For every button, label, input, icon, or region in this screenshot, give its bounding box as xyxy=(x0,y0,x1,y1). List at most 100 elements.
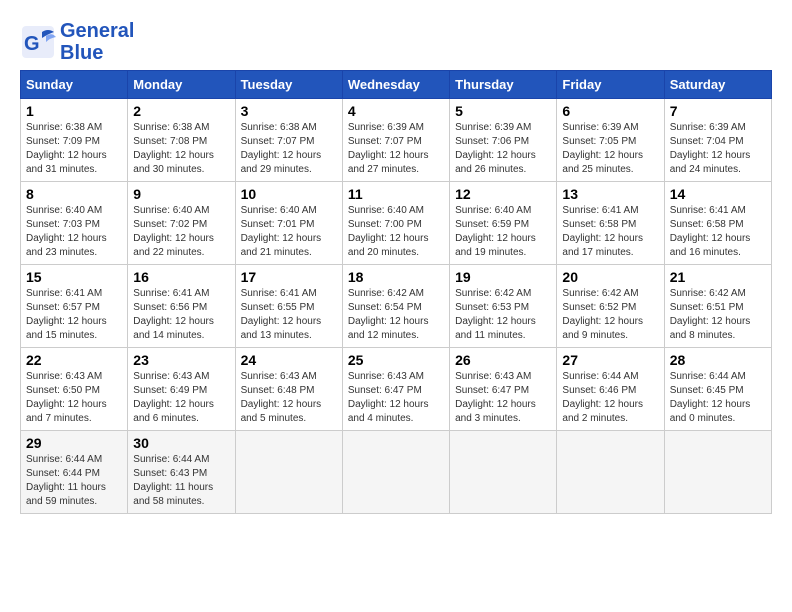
day-number: 18 xyxy=(348,269,444,285)
day-number: 3 xyxy=(241,103,337,119)
day-info: Sunrise: 6:42 AMSunset: 6:52 PMDaylight:… xyxy=(562,287,658,343)
logo-icon: G xyxy=(20,24,56,60)
day-info: Sunrise: 6:43 AMSunset: 6:47 PMDaylight:… xyxy=(348,370,444,426)
calendar-day-18: 18 Sunrise: 6:42 AMSunset: 6:54 PMDaylig… xyxy=(342,265,449,348)
day-number: 22 xyxy=(26,352,122,368)
calendar-week-4: 22 Sunrise: 6:43 AMSunset: 6:50 PMDaylig… xyxy=(21,348,772,431)
logo-text-blue: Blue xyxy=(60,42,134,64)
day-info: Sunrise: 6:39 AMSunset: 7:05 PMDaylight:… xyxy=(562,121,658,177)
calendar-day-28: 28 Sunrise: 6:44 AMSunset: 6:45 PMDaylig… xyxy=(664,348,771,431)
empty-day xyxy=(557,431,664,514)
day-info: Sunrise: 6:43 AMSunset: 6:49 PMDaylight:… xyxy=(133,370,229,426)
day-number: 28 xyxy=(670,352,766,368)
day-info: Sunrise: 6:44 AMSunset: 6:43 PMDaylight:… xyxy=(133,453,229,509)
day-info: Sunrise: 6:43 AMSunset: 6:48 PMDaylight:… xyxy=(241,370,337,426)
svg-text:G: G xyxy=(24,33,40,55)
day-number: 17 xyxy=(241,269,337,285)
day-number: 23 xyxy=(133,352,229,368)
calendar-week-3: 15 Sunrise: 6:41 AMSunset: 6:57 PMDaylig… xyxy=(21,265,772,348)
day-number: 14 xyxy=(670,186,766,202)
day-info: Sunrise: 6:41 AMSunset: 6:58 PMDaylight:… xyxy=(562,204,658,260)
day-number: 19 xyxy=(455,269,551,285)
day-number: 27 xyxy=(562,352,658,368)
day-info: Sunrise: 6:44 AMSunset: 6:44 PMDaylight:… xyxy=(26,453,122,509)
day-info: Sunrise: 6:44 AMSunset: 6:46 PMDaylight:… xyxy=(562,370,658,426)
calendar-week-1: 1 Sunrise: 6:38 AMSunset: 7:09 PMDayligh… xyxy=(21,99,772,182)
day-number: 13 xyxy=(562,186,658,202)
day-number: 1 xyxy=(26,103,122,119)
empty-day xyxy=(235,431,342,514)
calendar-day-13: 13 Sunrise: 6:41 AMSunset: 6:58 PMDaylig… xyxy=(557,182,664,265)
calendar-day-25: 25 Sunrise: 6:43 AMSunset: 6:47 PMDaylig… xyxy=(342,348,449,431)
calendar-day-4: 4 Sunrise: 6:39 AMSunset: 7:07 PMDayligh… xyxy=(342,99,449,182)
day-number: 7 xyxy=(670,103,766,119)
logo-text: General xyxy=(60,20,134,42)
calendar-day-21: 21 Sunrise: 6:42 AMSunset: 6:51 PMDaylig… xyxy=(664,265,771,348)
calendar-day-7: 7 Sunrise: 6:39 AMSunset: 7:04 PMDayligh… xyxy=(664,99,771,182)
day-number: 25 xyxy=(348,352,444,368)
day-info: Sunrise: 6:39 AMSunset: 7:04 PMDaylight:… xyxy=(670,121,766,177)
day-info: Sunrise: 6:43 AMSunset: 6:50 PMDaylight:… xyxy=(26,370,122,426)
header: G General Blue xyxy=(20,20,772,64)
day-number: 11 xyxy=(348,186,444,202)
day-number: 20 xyxy=(562,269,658,285)
calendar-day-23: 23 Sunrise: 6:43 AMSunset: 6:49 PMDaylig… xyxy=(128,348,235,431)
day-info: Sunrise: 6:40 AMSunset: 6:59 PMDaylight:… xyxy=(455,204,551,260)
day-number: 29 xyxy=(26,435,122,451)
calendar-day-27: 27 Sunrise: 6:44 AMSunset: 6:46 PMDaylig… xyxy=(557,348,664,431)
day-info: Sunrise: 6:38 AMSunset: 7:07 PMDaylight:… xyxy=(241,121,337,177)
calendar-day-30: 30 Sunrise: 6:44 AMSunset: 6:43 PMDaylig… xyxy=(128,431,235,514)
empty-day xyxy=(342,431,449,514)
calendar-day-16: 16 Sunrise: 6:41 AMSunset: 6:56 PMDaylig… xyxy=(128,265,235,348)
calendar-day-19: 19 Sunrise: 6:42 AMSunset: 6:53 PMDaylig… xyxy=(450,265,557,348)
day-number: 6 xyxy=(562,103,658,119)
day-info: Sunrise: 6:39 AMSunset: 7:06 PMDaylight:… xyxy=(455,121,551,177)
calendar-day-10: 10 Sunrise: 6:40 AMSunset: 7:01 PMDaylig… xyxy=(235,182,342,265)
calendar-table: Sunday Monday Tuesday Wednesday Thursday… xyxy=(20,70,772,514)
day-number: 16 xyxy=(133,269,229,285)
day-number: 4 xyxy=(348,103,444,119)
calendar-day-12: 12 Sunrise: 6:40 AMSunset: 6:59 PMDaylig… xyxy=(450,182,557,265)
calendar-week-2: 8 Sunrise: 6:40 AMSunset: 7:03 PMDayligh… xyxy=(21,182,772,265)
calendar-day-26: 26 Sunrise: 6:43 AMSunset: 6:47 PMDaylig… xyxy=(450,348,557,431)
col-wednesday: Wednesday xyxy=(342,71,449,99)
calendar-day-20: 20 Sunrise: 6:42 AMSunset: 6:52 PMDaylig… xyxy=(557,265,664,348)
empty-day xyxy=(664,431,771,514)
calendar-day-22: 22 Sunrise: 6:43 AMSunset: 6:50 PMDaylig… xyxy=(21,348,128,431)
day-number: 30 xyxy=(133,435,229,451)
calendar-day-29: 29 Sunrise: 6:44 AMSunset: 6:44 PMDaylig… xyxy=(21,431,128,514)
calendar-day-14: 14 Sunrise: 6:41 AMSunset: 6:58 PMDaylig… xyxy=(664,182,771,265)
calendar-day-5: 5 Sunrise: 6:39 AMSunset: 7:06 PMDayligh… xyxy=(450,99,557,182)
day-info: Sunrise: 6:40 AMSunset: 7:01 PMDaylight:… xyxy=(241,204,337,260)
page: G General Blue Sunday Monday Tuesday xyxy=(0,0,792,524)
day-number: 9 xyxy=(133,186,229,202)
day-info: Sunrise: 6:42 AMSunset: 6:54 PMDaylight:… xyxy=(348,287,444,343)
calendar-day-15: 15 Sunrise: 6:41 AMSunset: 6:57 PMDaylig… xyxy=(21,265,128,348)
calendar-day-24: 24 Sunrise: 6:43 AMSunset: 6:48 PMDaylig… xyxy=(235,348,342,431)
col-monday: Monday xyxy=(128,71,235,99)
day-number: 26 xyxy=(455,352,551,368)
day-info: Sunrise: 6:43 AMSunset: 6:47 PMDaylight:… xyxy=(455,370,551,426)
day-info: Sunrise: 6:41 AMSunset: 6:56 PMDaylight:… xyxy=(133,287,229,343)
day-info: Sunrise: 6:40 AMSunset: 7:00 PMDaylight:… xyxy=(348,204,444,260)
day-number: 2 xyxy=(133,103,229,119)
calendar-week-5: 29 Sunrise: 6:44 AMSunset: 6:44 PMDaylig… xyxy=(21,431,772,514)
logo: G General Blue xyxy=(20,20,134,64)
calendar-day-3: 3 Sunrise: 6:38 AMSunset: 7:07 PMDayligh… xyxy=(235,99,342,182)
day-info: Sunrise: 6:44 AMSunset: 6:45 PMDaylight:… xyxy=(670,370,766,426)
day-info: Sunrise: 6:40 AMSunset: 7:03 PMDaylight:… xyxy=(26,204,122,260)
day-number: 5 xyxy=(455,103,551,119)
calendar-day-2: 2 Sunrise: 6:38 AMSunset: 7:08 PMDayligh… xyxy=(128,99,235,182)
calendar-day-11: 11 Sunrise: 6:40 AMSunset: 7:00 PMDaylig… xyxy=(342,182,449,265)
day-number: 12 xyxy=(455,186,551,202)
header-row: Sunday Monday Tuesday Wednesday Thursday… xyxy=(21,71,772,99)
calendar-day-1: 1 Sunrise: 6:38 AMSunset: 7:09 PMDayligh… xyxy=(21,99,128,182)
day-info: Sunrise: 6:38 AMSunset: 7:09 PMDaylight:… xyxy=(26,121,122,177)
day-info: Sunrise: 6:41 AMSunset: 6:57 PMDaylight:… xyxy=(26,287,122,343)
col-saturday: Saturday xyxy=(664,71,771,99)
day-number: 21 xyxy=(670,269,766,285)
day-number: 10 xyxy=(241,186,337,202)
calendar-day-17: 17 Sunrise: 6:41 AMSunset: 6:55 PMDaylig… xyxy=(235,265,342,348)
day-number: 24 xyxy=(241,352,337,368)
day-info: Sunrise: 6:41 AMSunset: 6:55 PMDaylight:… xyxy=(241,287,337,343)
